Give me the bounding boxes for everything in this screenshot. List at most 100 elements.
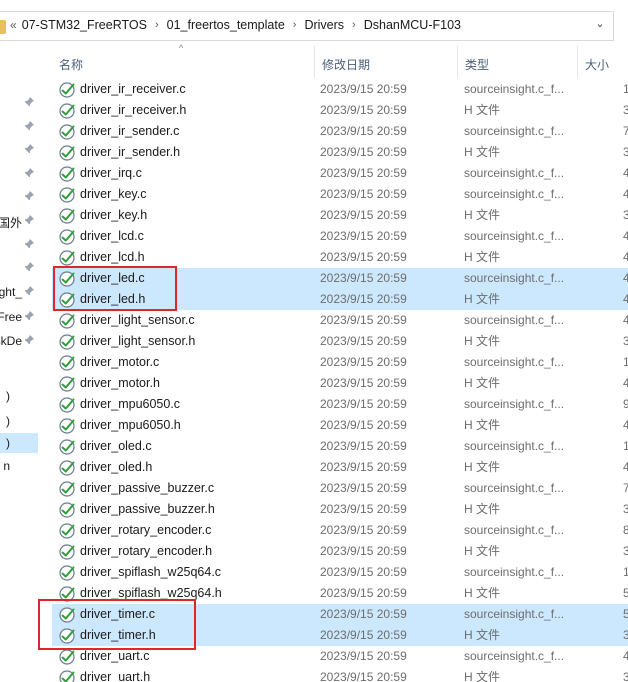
pin-icon — [24, 311, 34, 321]
address-bar: « 07-STM32_FreeRTOS › 01_freertos_template… — [0, 0, 628, 46]
file-name: driver_key.h — [80, 208, 148, 222]
breadcrumb-separator-icon[interactable]: › — [293, 19, 297, 31]
column-header-size[interactable]: 大小 — [577, 46, 628, 78]
file-row[interactable]: driver_oled.h 2023/9/15 20:59 H 文件 4 — [52, 457, 628, 478]
nav-item[interactable]: 国外 — [0, 211, 38, 231]
nav-item[interactable]: n — [0, 456, 38, 476]
file-name: driver_timer.c — [80, 607, 156, 621]
file-row[interactable]: driver_mpu6050.c 2023/9/15 20:59 sourceins… — [52, 394, 628, 415]
pin-icon — [24, 262, 34, 272]
breadcrumb-item[interactable]: Drivers — [304, 18, 344, 32]
nav-item[interactable]: ) — [0, 433, 38, 453]
file-row[interactable]: driver_uart.h 2023/9/15 20:59 H 文件 3 — [52, 667, 628, 682]
file-size: 4 — [623, 460, 628, 474]
file-modified-date: 2023/9/15 20:59 — [320, 628, 407, 642]
file-row[interactable]: driver_lcd.h 2023/9/15 20:59 H 文件 4 — [52, 247, 628, 268]
file-name: driver_key.c — [80, 187, 147, 201]
file-row[interactable]: driver_led.h 2023/9/15 20:59 H 文件 4 — [52, 289, 628, 310]
nav-item[interactable]: skDe — [0, 331, 38, 351]
file-row[interactable]: driver_motor.c 2023/9/15 20:59 sourceinsig… — [52, 352, 628, 373]
file-row[interactable]: driver_led.c 2023/9/15 20:59 sourceinsight… — [52, 268, 628, 289]
breadcrumb-item[interactable]: 01_freertos_template — [167, 18, 285, 32]
file-row[interactable]: driver_lcd.c 2023/9/15 20:59 sourceinsight… — [52, 226, 628, 247]
overflow-chevron-icon[interactable]: « — [10, 18, 17, 32]
column-header-date[interactable]: 修改日期 — [314, 46, 457, 78]
file-name: driver_ir_sender.c — [80, 124, 180, 138]
nav-item[interactable]: Free — [0, 307, 38, 327]
nav-item[interactable] — [0, 235, 38, 255]
file-type: H 文件 — [464, 670, 501, 682]
file-size: 13 — [623, 355, 628, 369]
pin-icon — [24, 239, 34, 249]
file-size: 3 — [623, 670, 628, 682]
file-type: sourceinsight.c_f... — [464, 649, 565, 663]
source-file-icon — [59, 229, 75, 245]
file-type: H 文件 — [464, 628, 501, 642]
file-size: 4 — [623, 376, 628, 390]
file-size: 4 — [623, 292, 628, 306]
source-file-icon — [59, 628, 75, 644]
file-row[interactable]: driver_motor.h 2023/9/15 20:59 H 文件 4 — [52, 373, 628, 394]
file-name: driver_oled.c — [80, 439, 152, 453]
nav-item[interactable] — [0, 164, 38, 184]
file-modified-date: 2023/9/15 20:59 — [320, 481, 407, 495]
file-row[interactable]: driver_rotary_encoder.c 2023/9/15 20:59 so… — [52, 520, 628, 541]
file-row[interactable]: driver_light_sensor.h 2023/9/15 20:59 H 文件… — [52, 331, 628, 352]
file-row[interactable]: driver_ir_sender.h 2023/9/15 20:59 H 文件 3 — [52, 142, 628, 163]
file-modified-date: 2023/9/15 20:59 — [320, 82, 407, 96]
nav-item[interactable] — [0, 117, 38, 137]
file-row[interactable]: driver_rotary_encoder.h 2023/9/15 20:59 H … — [52, 541, 628, 562]
breadcrumb-item[interactable]: DshanMCU-F103 — [364, 18, 461, 32]
pin-icon — [24, 335, 34, 345]
pin-icon — [24, 286, 34, 296]
file-name: driver_spiflash_w25q64.c — [80, 565, 222, 579]
file-name: driver_spiflash_w25q64.h — [80, 586, 222, 600]
file-row[interactable]: driver_ir_sender.c 2023/9/15 20:59 sourcei… — [52, 121, 628, 142]
file-row[interactable]: driver_ir_receiver.h 2023/9/15 20:59 H 文件 3 — [52, 100, 628, 121]
file-name: driver_ir_sender.h — [80, 145, 181, 159]
file-row[interactable]: driver_key.c 2023/9/15 20:59 sourceinsight… — [52, 184, 628, 205]
file-type: sourceinsight.c_f... — [464, 271, 565, 285]
file-row[interactable]: driver_oled.c 2023/9/15 20:59 sourceinsigh… — [52, 436, 628, 457]
nav-item[interactable]: ) — [0, 411, 38, 431]
file-type: sourceinsight.c_f... — [464, 313, 565, 327]
column-header-name[interactable]: ^ 名称 — [52, 43, 314, 78]
file-row[interactable]: driver_key.h 2023/9/15 20:59 H 文件 3 — [52, 205, 628, 226]
file-type: H 文件 — [464, 418, 501, 432]
file-size: 7 — [623, 481, 628, 495]
file-modified-date: 2023/9/15 20:59 — [320, 397, 407, 411]
file-row[interactable]: driver_passive_buzzer.h 2023/9/15 20:59 H … — [52, 499, 628, 520]
breadcrumb-separator-icon[interactable]: › — [155, 19, 159, 31]
source-file-icon — [59, 376, 75, 392]
file-row[interactable]: driver_mpu6050.h 2023/9/15 20:59 H 文件 4 — [52, 415, 628, 436]
chevron-down-icon[interactable]: ⌄ — [593, 17, 607, 33]
file-modified-date: 2023/9/15 20:59 — [320, 649, 407, 663]
nav-item[interactable] — [0, 93, 38, 113]
file-size: 8 — [623, 523, 628, 537]
pin-icon — [24, 215, 34, 225]
file-size: 5 — [623, 607, 628, 621]
file-row[interactable]: driver_spiflash_w25q64.c 2023/9/15 20:59 s… — [52, 562, 628, 583]
nav-item[interactable]: ) — [0, 386, 38, 406]
breadcrumb-separator-icon[interactable]: › — [352, 19, 356, 31]
file-size: 19 — [623, 439, 628, 453]
file-type: sourceinsight.c_f... — [464, 124, 565, 138]
breadcrumb[interactable]: « 07-STM32_FreeRTOS › 01_freertos_template… — [0, 11, 614, 41]
file-modified-date: 2023/9/15 20:59 — [320, 502, 407, 516]
breadcrumb-item[interactable]: 07-STM32_FreeRTOS — [22, 18, 147, 32]
file-type: sourceinsight.c_f... — [464, 229, 565, 243]
file-row[interactable]: driver_irq.c 2023/9/15 20:59 sourceinsight… — [52, 163, 628, 184]
file-row[interactable]: driver_light_sensor.c 2023/9/15 20:59 sour… — [52, 310, 628, 331]
file-modified-date: 2023/9/15 20:59 — [320, 166, 407, 180]
file-row[interactable]: driver_spiflash_w25q64.h 2023/9/15 20:59 H… — [52, 583, 628, 604]
nav-item[interactable]: ight_ — [0, 282, 38, 302]
file-row[interactable]: driver_uart.c 2023/9/15 20:59 sourceinsigh… — [52, 646, 628, 667]
nav-item[interactable] — [0, 187, 38, 207]
nav-item[interactable] — [0, 140, 38, 160]
nav-item[interactable] — [0, 258, 38, 278]
file-row[interactable]: driver_timer.h 2023/9/15 20:59 H 文件 3 — [52, 625, 628, 646]
file-row[interactable]: driver_timer.c 2023/9/15 20:59 sourceinsig… — [52, 604, 628, 625]
file-row[interactable]: driver_passive_buzzer.c 2023/9/15 20:59 so… — [52, 478, 628, 499]
column-header-type[interactable]: 类型 — [457, 46, 577, 78]
file-row[interactable]: driver_ir_receiver.c 2023/9/15 20:59 sourc… — [52, 79, 628, 100]
